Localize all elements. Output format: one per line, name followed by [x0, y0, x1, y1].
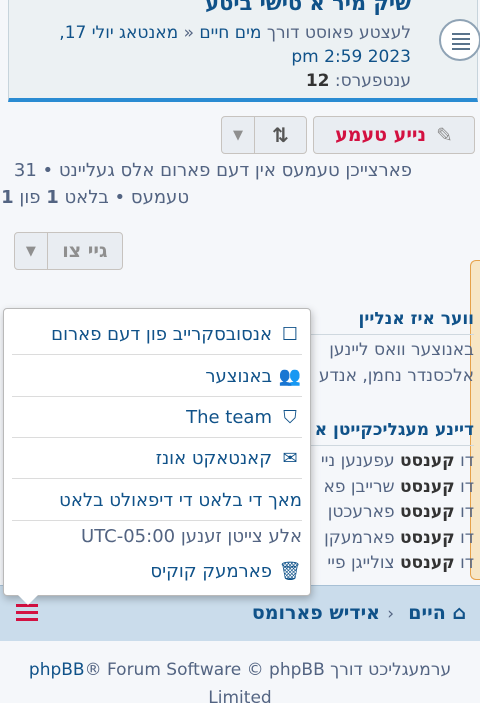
online-users-names: אלכסנדר נחמן, אנדע [318, 366, 474, 386]
last-post-prefix: לעצטע פאוסט דורך [266, 23, 411, 43]
caret-down-icon: ▼ [25, 243, 36, 259]
replies-label: ענטפערס: [334, 71, 411, 91]
topic-title[interactable]: שיק מיר א טישי ביטע [205, 0, 411, 15]
permission-row: דו קענסט שרייבן פא [323, 477, 474, 497]
topics-page-label: טעמעס • בלאט [64, 187, 189, 208]
home-icon: ⌂ [452, 602, 466, 624]
users-icon: 👥 [278, 366, 302, 387]
sort-options-button[interactable]: ⇅ ▼ [221, 116, 307, 154]
dropdown-pointer [18, 595, 38, 605]
footer-prefix: ערמעגליכט דורך [330, 660, 452, 680]
pagination-info: טעמעס • בלאט 1 פון 1 [1, 187, 189, 208]
shield-icon: ⛉ [283, 407, 297, 428]
divider [300, 445, 474, 446]
jump-to-button[interactable]: גיי צו ▼ [14, 232, 123, 270]
sort-icon: ⇅ [254, 117, 306, 153]
footer: ערמעגליכט דורך phpBB® Forum Software © p… [0, 656, 480, 703]
topic-card: שיק מיר א טישי ביטע לעצטע פאוסט דורך מים… [8, 0, 480, 102]
topic-last-post: לעצטע פאוסט דורך מים חיים « מאנטאג יולי … [21, 21, 411, 69]
mark-read-line[interactable]: פארצייכן טעמעס אין דעם פארום אלס געליינט… [14, 160, 412, 181]
breadcrumb-home[interactable]: ⌂ היים [408, 602, 466, 624]
menu-item-contact[interactable]: ✉ קאנטאקט אונז [12, 439, 302, 479]
permission-row: דו קענסט פארעכטן [327, 502, 474, 522]
menu-item-delete-cookies[interactable]: 🗑 פארמעק קוקיס [12, 551, 302, 591]
menu-item-team[interactable]: ⛉ The team [12, 398, 302, 438]
phpbb-link[interactable]: phpBB [29, 660, 85, 680]
permission-row: דו קענסט פארמעקן [324, 528, 474, 548]
page-current: 1 [46, 187, 59, 208]
breadcrumb-forum[interactable]: אידיש פארומס [252, 602, 380, 624]
breadcrumb-sep: ‹ [387, 604, 394, 624]
footer-suffix: ® Forum Software © phpBB [84, 660, 325, 680]
timezone-info: אלע צייטן זענען UTC-05:00 [81, 525, 302, 547]
divider [300, 334, 474, 335]
page-sep: פון [19, 187, 41, 208]
topic-read-icon [439, 19, 480, 61]
trash-icon: 🗑 [278, 560, 302, 582]
permissions-title: דיינע מעגליכקייטן א [314, 420, 474, 440]
topic-replies: ענטפערס: 12 [306, 71, 411, 91]
home-label: היים [408, 602, 446, 624]
online-users-line: באנוצער וואס ליינען [329, 340, 474, 360]
who-is-online-title[interactable]: ווער איז אנליין [359, 309, 474, 329]
menu-item-members[interactable]: 👥 באנוצער [12, 357, 302, 397]
quick-links-dropdown: ☐ אנסובסקרייב פון דעם פארום 👥 באנוצער ⛉ … [3, 308, 311, 596]
replies-count: 12 [305, 71, 330, 91]
envelope-icon: ✉ [282, 448, 298, 469]
new-topic-label: נייע טעמע [335, 124, 427, 146]
menu-item-unsubscribe[interactable]: ☐ אנסובסקרייב פון דעם פארום [12, 315, 302, 355]
hamburger-icon[interactable] [16, 604, 38, 625]
new-topic-button[interactable]: ✎ נייע טעמע [313, 116, 475, 154]
permission-row: דו קענסט עפענען ניי [320, 451, 474, 471]
caret-down-icon: ▼ [233, 127, 243, 143]
jump-to-label: גיי צו [46, 233, 122, 269]
menu-item-default-page[interactable]: מאך די בלאט די דיפאולט בלאט [12, 481, 302, 521]
pencil-icon: ✎ [436, 123, 453, 147]
page-total: 1 [1, 187, 14, 208]
last-post-user[interactable]: מים חיים [199, 23, 261, 43]
footer-limited: Limited [208, 688, 272, 703]
permission-row: דו קענסט צולייגן פיי [327, 553, 474, 573]
last-post-sep: « [183, 23, 194, 43]
checkbox-icon: ☐ [281, 324, 299, 345]
